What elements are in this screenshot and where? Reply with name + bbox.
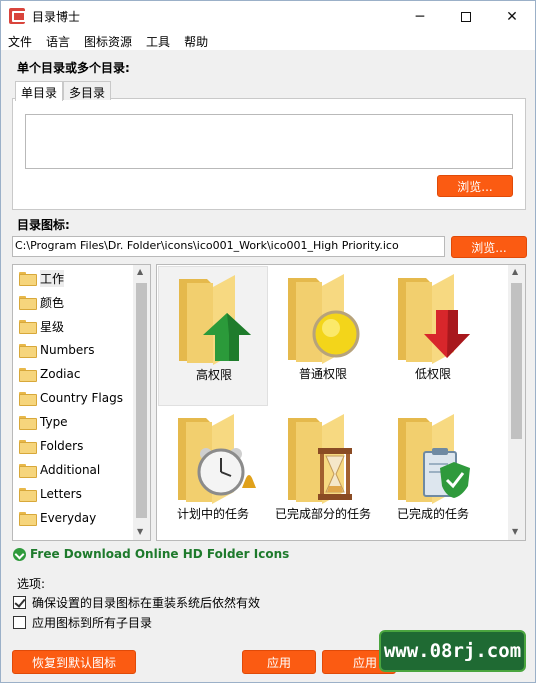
list-item[interactable]: Country Flags	[19, 388, 123, 408]
list-item-label: 颜色	[40, 295, 65, 310]
grid-scrollbar-thumb[interactable]	[511, 283, 522, 439]
list-item-label: Type	[40, 415, 68, 429]
icon-tile-label: 已完成部分的任务	[274, 507, 371, 521]
apply-subfolders-label: 应用图标到所有子目录	[32, 616, 153, 630]
apply-subfolders-checkbox[interactable]	[13, 616, 26, 629]
scroll-down-icon: ▼	[137, 527, 144, 536]
icon-tile-normal-priority[interactable]: 普通权限	[268, 266, 378, 406]
persist-icon-checkbox[interactable]	[13, 596, 26, 609]
menu-bar: 文件 语言 图标资源 工具 帮助	[1, 32, 535, 50]
list-item[interactable]: Additional	[19, 460, 100, 480]
list-item[interactable]: Everyday	[19, 508, 96, 528]
icon-grid: 高权限 普通权限 低权限 计划中的任务 已完成部分的任务 已完成的任务 ▲ ▼	[156, 264, 526, 541]
restore-default-button[interactable]: 恢复到默认图标	[12, 650, 136, 674]
list-item-label: Country Flags	[40, 391, 123, 405]
apply-button[interactable]: 应用	[242, 650, 316, 674]
folder-icon	[19, 512, 37, 526]
list-item-label: Letters	[40, 487, 82, 501]
browse-icon-button[interactable]: 浏览...	[451, 236, 527, 258]
tab-multiple-directories[interactable]: 多目录	[63, 81, 112, 100]
folder-up-arrow-icon	[179, 275, 251, 365]
folder-icon	[19, 392, 37, 406]
menu-tools[interactable]: 工具	[139, 32, 177, 50]
download-link-label: Free Download Online HD Folder Icons	[30, 547, 290, 561]
icon-tile-label: 普通权限	[298, 367, 347, 381]
browse-directory-button[interactable]: 浏览...	[437, 175, 513, 197]
menu-help[interactable]: 帮助	[177, 32, 215, 50]
icon-tile-completed-task[interactable]: 已完成的任务	[378, 406, 488, 540]
folder-icon	[19, 296, 37, 310]
folder-icon	[19, 320, 37, 334]
options-label: 选项:	[17, 577, 46, 591]
folder-icon-label: 目录图标:	[17, 218, 70, 232]
category-list: 工作 颜色 星级 Numbers Zodiac Country Flags Ty…	[12, 264, 151, 541]
tab-single-directory[interactable]: 单目录	[15, 81, 64, 101]
list-item-label: Numbers	[40, 343, 95, 357]
scroll-up-icon: ▲	[137, 267, 144, 276]
list-item-label: Additional	[40, 463, 101, 477]
menu-file[interactable]: 文件	[1, 32, 39, 50]
icon-tile-low-priority[interactable]: 低权限	[378, 266, 488, 406]
list-item-label: 工作	[40, 269, 65, 287]
folder-clock-icon	[178, 414, 256, 504]
list-item[interactable]: Folders	[19, 436, 83, 456]
minimize-icon: ─	[415, 8, 425, 25]
icon-tile-partially-completed-task[interactable]: 已完成部分的任务	[268, 406, 378, 540]
window-title: 目录博士	[32, 10, 81, 24]
folder-icon	[19, 464, 37, 478]
list-item[interactable]: 颜色	[19, 292, 64, 312]
directories-label: 单个目录或多个目录:	[17, 61, 130, 75]
download-icons-link[interactable]: Free Download Online HD Folder Icons	[13, 547, 289, 561]
icon-tile-high-priority[interactable]: 高权限	[158, 266, 268, 406]
folder-icon	[19, 368, 37, 382]
scroll-down-icon: ▼	[512, 527, 519, 536]
list-scrollbar[interactable]: ▲ ▼	[133, 265, 150, 540]
grid-scrollbar[interactable]: ▲ ▼	[508, 265, 525, 540]
directory-input[interactable]	[25, 114, 513, 169]
list-item-label: Everyday	[40, 511, 97, 525]
list-item[interactable]: Numbers	[19, 340, 94, 360]
minimize-button[interactable]: ─	[397, 1, 443, 32]
menu-language[interactable]: 语言	[39, 32, 77, 50]
title-bar: 目录博士 ─ ✕	[1, 1, 535, 32]
folder-icon	[19, 344, 37, 358]
app-logo-icon	[9, 8, 26, 24]
persist-icon-option[interactable]: 确保设置的目录图标在重装系统后依然有效	[13, 594, 260, 611]
scroll-up-icon: ▲	[512, 267, 519, 276]
menu-icon-resources[interactable]: 图标资源	[77, 32, 139, 50]
icon-tile-label: 高权限	[195, 368, 232, 382]
icon-tile-label: 计划中的任务	[176, 507, 249, 521]
folder-hourglass-icon	[288, 414, 352, 504]
list-item[interactable]: Type	[19, 412, 68, 432]
folder-icon	[19, 440, 37, 454]
list-item[interactable]: 星级	[19, 316, 64, 336]
apply-subfolders-option[interactable]: 应用图标到所有子目录	[13, 614, 152, 631]
list-item-label: Zodiac	[40, 367, 81, 381]
persist-icon-label: 确保设置的目录图标在重装系统后依然有效	[32, 596, 261, 610]
list-item[interactable]: 工作	[19, 268, 65, 288]
icon-tile-label: 已完成的任务	[396, 507, 469, 521]
icon-tile-label: 低权限	[414, 367, 451, 381]
download-icon	[13, 547, 26, 561]
maximize-button[interactable]	[443, 1, 489, 32]
close-icon: ✕	[506, 8, 518, 25]
site-watermark: www.08rj.com	[379, 630, 526, 672]
close-button[interactable]: ✕	[489, 1, 535, 32]
folder-icon	[19, 488, 37, 502]
folder-clipboard-check-icon	[398, 414, 470, 504]
maximize-icon	[461, 11, 471, 22]
list-item[interactable]: Letters	[19, 484, 82, 504]
icon-tile-scheduled-task[interactable]: 计划中的任务	[158, 406, 268, 540]
icon-path-field[interactable]: C:\Program Files\Dr. Folder\icons\ico001…	[12, 236, 445, 257]
list-item-label: Folders	[40, 439, 84, 453]
list-item-label: 星级	[40, 319, 65, 334]
list-scrollbar-thumb[interactable]	[136, 283, 147, 518]
folder-down-arrow-icon	[398, 274, 470, 364]
app-window: 目录博士 ─ ✕ 文件 语言 图标资源 工具 帮助 单个目录或多个目录: 单目录…	[0, 0, 536, 683]
folder-icon	[19, 272, 37, 286]
folder-icon	[19, 416, 37, 430]
list-item[interactable]: Zodiac	[19, 364, 80, 384]
folder-circle-icon	[288, 274, 360, 364]
